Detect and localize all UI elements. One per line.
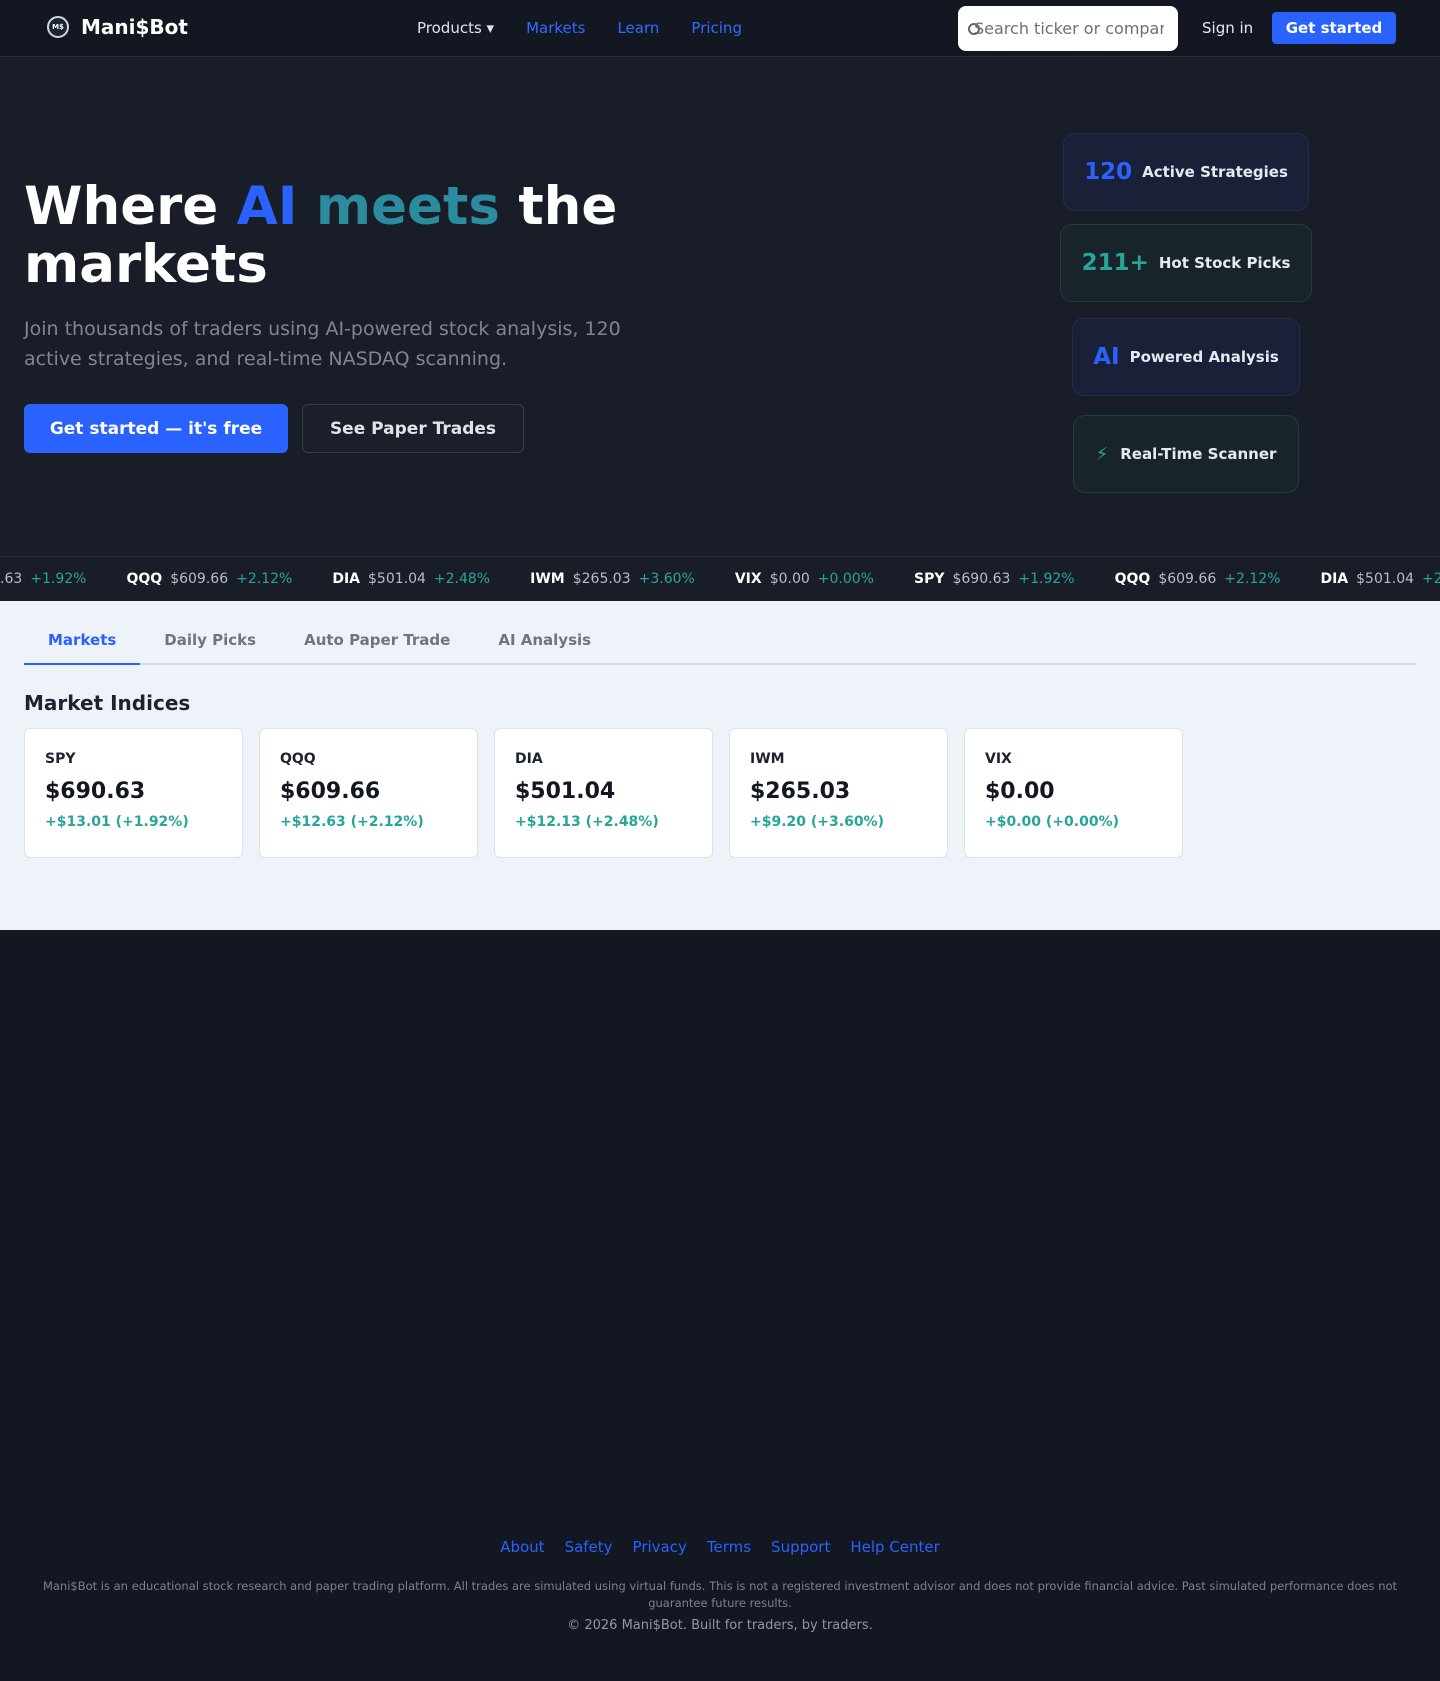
index-change: +$9.20 (+3.60%) [750,814,884,830]
tab-auto-paper-trade[interactable]: Auto Paper Trade [280,619,474,665]
get-started-nav-button[interactable]: Get started [1272,12,1396,44]
ticker-item: QQQ $609.66 +2.12% [1114,571,1281,587]
logo-icon: M$ [47,16,69,38]
ticker-strip: .63 +1.92% QQQ $609.66 +2.12% DIA $501.04 +2.… [0,556,1440,601]
content-tabs: Markets Daily Picks Auto Paper Trade AI … [24,619,1416,665]
footer: About Safety Privacy Terms Support Help … [0,930,1440,1680]
index-price: $265.03 [750,779,851,804]
index-change: +$0.00 (+0.00%) [985,814,1119,830]
footer-link-terms[interactable]: Terms [707,1538,751,1556]
index-symbol: QQQ [280,751,316,767]
ticker-item: DIA$501.04+2.48% [332,571,491,587]
nav-learn-link[interactable]: Learn [617,19,659,37]
index-price: $690.63 [45,779,146,804]
stat-card-picks: 211+ Hot Stock Picks [1060,224,1312,302]
top-nav: M$ Mani$Bot Products ▾ Markets Learn Pri… [0,0,1440,57]
index-price: $501.04 [515,779,616,804]
stat-label: Active Strategies [1142,163,1288,181]
stat-label: Real-Time Scanner [1120,445,1277,463]
index-change: +$12.63 (+2.12%) [280,814,424,830]
ticker-item: QQQ $609.66 +2.12% [126,571,293,587]
get-started-free-button[interactable]: Get started — it's free [24,404,288,453]
search-box[interactable] [958,6,1178,51]
tab-daily-picks[interactable]: Daily Picks [140,619,280,665]
stat-card-strategies: 120 Active Strategies [1063,133,1309,211]
index-symbol: SPY [45,751,76,767]
index-symbol: VIX [985,751,1012,767]
ticker-item: SPY $690.63 +1.92% [914,571,1075,587]
nav-pricing-link[interactable]: Pricing [691,19,742,37]
footer-link-safety[interactable]: Safety [565,1538,613,1556]
ticker-item: IWM $265.03 +3.60% [530,571,695,587]
stat-card-scanner: ⚡ Real-Time Scanner [1073,415,1299,493]
ticker-item: VIX $0.00 +0.00% [734,571,874,587]
hero-title: Where AI meets the markets [24,176,618,295]
ticker-item: .63 +1.92% [0,571,87,587]
index-change: +$13.01 (+1.92%) [45,814,189,830]
hero-section: Where AI meets the markets Join thousand… [0,57,1440,556]
nav-markets-link[interactable]: Markets [526,19,585,37]
index-card-vix[interactable]: VIX $0.00 +$0.00 (+0.00%) [964,728,1183,858]
brand-logo[interactable]: M$ Mani$Bot [47,15,188,39]
brand-name: Mani$Bot [81,15,188,39]
tab-markets[interactable]: Markets [24,619,141,665]
index-card-spy[interactable]: SPY $690.63 +$13.01 (+1.92%) [24,728,243,858]
index-card-qqq[interactable]: QQQ $609.66 +$12.63 (+2.12%) [259,728,478,858]
nav-links: Products ▾ Markets Learn Pricing [417,19,774,37]
lightning-icon: ⚡ [1095,443,1109,465]
index-card-dia[interactable]: DIA $501.04 +$12.13 (+2.48%) [494,728,713,858]
stat-value: 211+ [1081,250,1149,276]
index-cards: SPY $690.63 +$13.01 (+1.92%) QQQ $609.66… [24,728,1199,858]
footer-link-about[interactable]: About [500,1538,544,1556]
footer-disclaimer: Mani$Bot is an educational stock researc… [42,1579,1398,1610]
stat-label: Hot Stock Picks [1158,254,1291,272]
ticker-item: DIA$501.04+2.48% [1320,571,1440,587]
footer-link-support[interactable]: Support [771,1538,830,1556]
hero-subtitle: Join thousands of traders using AI-power… [24,318,621,370]
stat-card-analysis: AI Powered Analysis [1072,318,1300,396]
section-title: Market Indices [24,691,191,715]
footer-links: About Safety Privacy Terms Support Help … [0,1538,1440,1556]
index-symbol: DIA [515,751,543,767]
sign-in-link[interactable]: Sign in [1202,19,1253,37]
tab-ai-analysis[interactable]: AI Analysis [474,619,615,665]
main-content: Markets Daily Picks Auto Paper Trade AI … [0,601,1440,930]
nav-products-menu[interactable]: Products ▾ [417,19,494,37]
stat-label: Powered Analysis [1129,348,1279,366]
index-symbol: IWM [750,751,785,767]
stat-value: 120 [1084,159,1133,185]
ticker-track: .63 +1.92% QQQ $609.66 +2.12% DIA $501.04 +2.… [0,571,1440,587]
search-input[interactable] [974,19,1164,38]
index-card-iwm[interactable]: IWM $265.03 +$9.20 (+3.60%) [729,728,948,858]
footer-link-privacy[interactable]: Privacy [633,1538,687,1556]
stat-value: AI [1093,344,1120,370]
index-price: $0.00 [985,779,1055,804]
footer-copyright: © 2026 Mani$Bot. Built for traders, by t… [567,1618,873,1633]
index-change: +$12.13 (+2.48%) [515,814,659,830]
index-price: $609.66 [280,779,381,804]
footer-link-help-center[interactable]: Help Center [850,1538,939,1556]
see-paper-trades-button[interactable]: See Paper Trades [302,404,524,453]
